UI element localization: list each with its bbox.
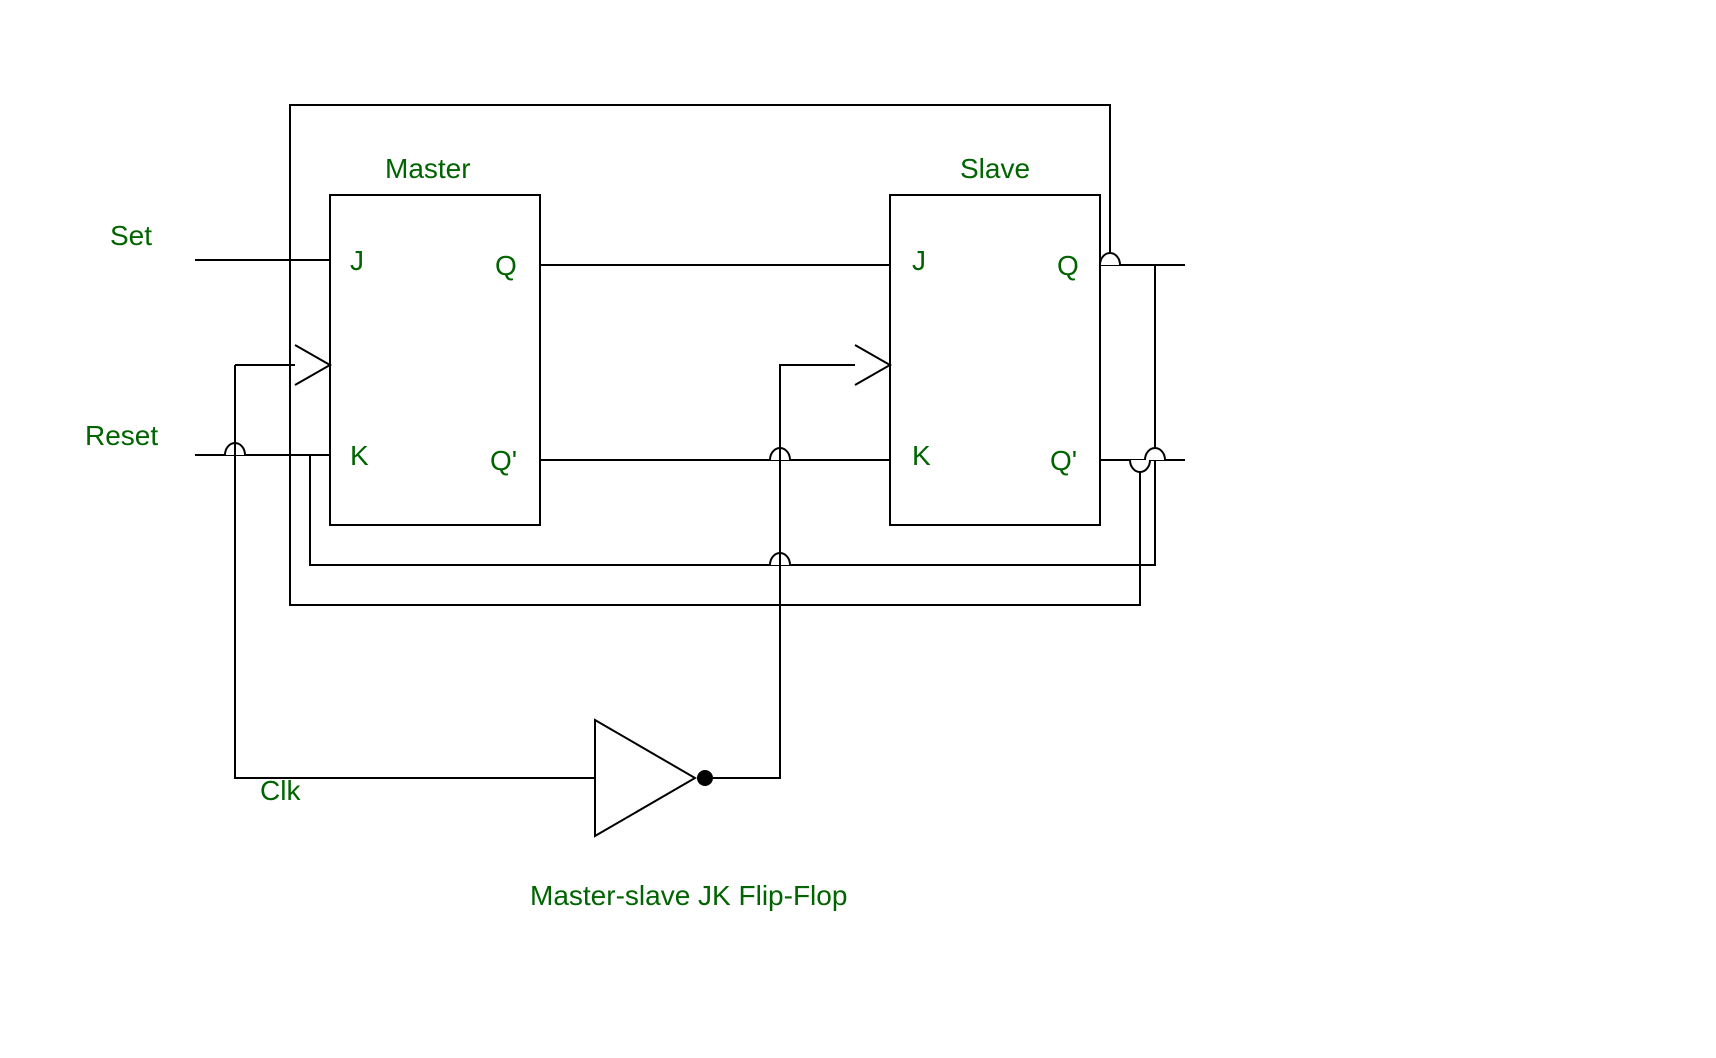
reset-label: Reset	[85, 420, 158, 451]
clk-label: Clk	[260, 775, 301, 806]
inverter-gate	[595, 720, 695, 836]
set-label: Set	[110, 220, 152, 251]
master-q-label: Q	[495, 250, 517, 281]
inverter-bubble	[697, 770, 713, 786]
slave-qbar-label: Q'	[1050, 445, 1077, 476]
slave-k-label: K	[912, 440, 931, 471]
slave-title: Slave	[960, 153, 1030, 184]
master-clock-triangle	[295, 345, 330, 385]
master-title: Master	[385, 153, 471, 184]
feedback-bottom-wire	[310, 265, 1155, 565]
master-k-label: K	[350, 440, 369, 471]
slave-q-label: Q	[1057, 250, 1079, 281]
clk-wire-right	[713, 365, 855, 778]
slave-clock-triangle	[855, 345, 890, 385]
wire-hop-5	[1130, 460, 1150, 472]
wire-hop-4	[1100, 253, 1120, 265]
wire-hop-6	[1145, 448, 1165, 460]
master-j-label: J	[350, 245, 364, 276]
slave-j-label: J	[912, 245, 926, 276]
master-qbar-label: Q'	[490, 445, 517, 476]
diagram-caption: Master-slave JK Flip-Flop	[530, 880, 847, 911]
